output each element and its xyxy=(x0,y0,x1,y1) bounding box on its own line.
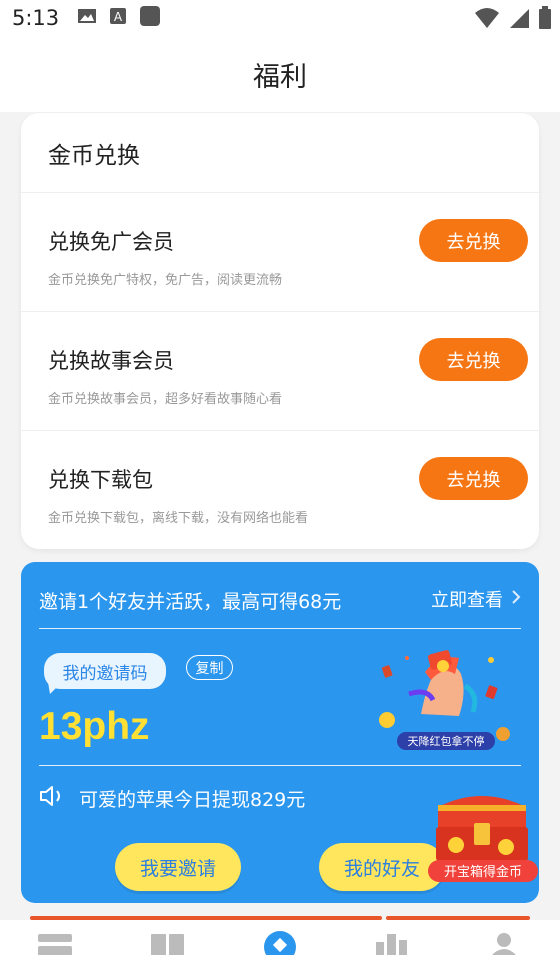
page-title: 福利 xyxy=(253,61,307,93)
exchange-item-name: 兑换故事会员 xyxy=(48,349,174,373)
invite-friends-button[interactable]: 我要邀请 xyxy=(115,843,241,891)
gallery-icon xyxy=(77,7,97,29)
chest-label: 开宝箱得金币 xyxy=(444,864,522,880)
exchange-item-name: 兑换下载包 xyxy=(48,468,153,492)
bookshelf-icon[interactable] xyxy=(38,932,74,955)
red-packet-illustration-icon: 天降红包拿不停 xyxy=(379,650,510,750)
exchange-item-download: 兑换下载包 金币兑换下载包，离线下载，没有网络也能看 去兑换 xyxy=(21,431,539,549)
welfare-icon[interactable] xyxy=(263,930,297,955)
battery-icon xyxy=(538,6,552,34)
wifi-icon xyxy=(474,7,500,33)
view-now-link[interactable]: 立即查看 xyxy=(431,586,521,612)
red-packet-banner-text: 天降红包拿不停 xyxy=(408,734,485,748)
exchange-item-story: 兑换故事会员 金币兑换故事会员，超多好看故事随心看 去兑换 xyxy=(21,312,539,431)
divider xyxy=(39,765,521,766)
ticker-text: 可爱的苹果今日提现829元 xyxy=(79,789,306,811)
chevron-right-icon xyxy=(511,589,521,610)
coin-exchange-card: 金币兑换 兑换免广会员 金币兑换免广特权，免广告，阅读更流畅 去兑换 兑换故事会… xyxy=(21,113,539,549)
invite-code-label: 我的邀请码 xyxy=(44,653,166,689)
exchange-item-ad-free: 兑换免广会员 金币兑换免广特权，免广告，阅读更流畅 去兑换 xyxy=(21,193,539,312)
exchange-item-name: 兑换免广会员 xyxy=(48,230,174,254)
copy-code-button[interactable]: 复制 xyxy=(186,655,233,680)
text-icon: A xyxy=(109,7,127,29)
withdraw-ticker: 可爱的苹果今日提现829元 xyxy=(39,784,305,813)
bottom-nav xyxy=(0,920,560,955)
app-header: 福利 xyxy=(0,36,560,112)
invite-code: 13phz xyxy=(39,705,150,748)
redeem-ad-free-button[interactable]: 去兑换 xyxy=(419,219,528,262)
treasure-chest-icon[interactable]: 开宝箱得金币 xyxy=(426,787,539,887)
app-icon xyxy=(139,5,161,31)
svg-text:A: A xyxy=(114,10,123,24)
speaker-icon xyxy=(39,784,65,813)
ranking-icon[interactable] xyxy=(376,932,408,955)
divider xyxy=(39,628,521,629)
status-right xyxy=(474,6,552,34)
profile-icon[interactable] xyxy=(489,932,519,955)
exchange-item-desc: 金币兑换下载包，离线下载，没有网络也能看 xyxy=(48,511,309,526)
invite-headline: 邀请1个好友并活跃，最高可得68元 xyxy=(39,591,342,613)
redeem-story-button[interactable]: 去兑换 xyxy=(419,338,528,381)
exchange-item-desc: 金币兑换故事会员，超多好看故事随心看 xyxy=(48,392,283,407)
invite-card: 邀请1个好友并活跃，最高可得68元 立即查看 我的邀请码 复制 13phz 天降… xyxy=(21,562,539,903)
bubble-tail-icon xyxy=(48,682,62,694)
exchange-item-desc: 金币兑换免广特权，免广告，阅读更流畅 xyxy=(48,273,283,288)
view-now-label: 立即查看 xyxy=(431,590,503,611)
status-bar: 5:13 A xyxy=(0,0,560,36)
signal-icon xyxy=(508,7,530,33)
exchange-card-title: 金币兑换 xyxy=(21,113,539,193)
redeem-download-button[interactable]: 去兑换 xyxy=(419,457,528,500)
status-time: 5:13 xyxy=(12,6,60,30)
library-icon[interactable] xyxy=(151,932,185,955)
